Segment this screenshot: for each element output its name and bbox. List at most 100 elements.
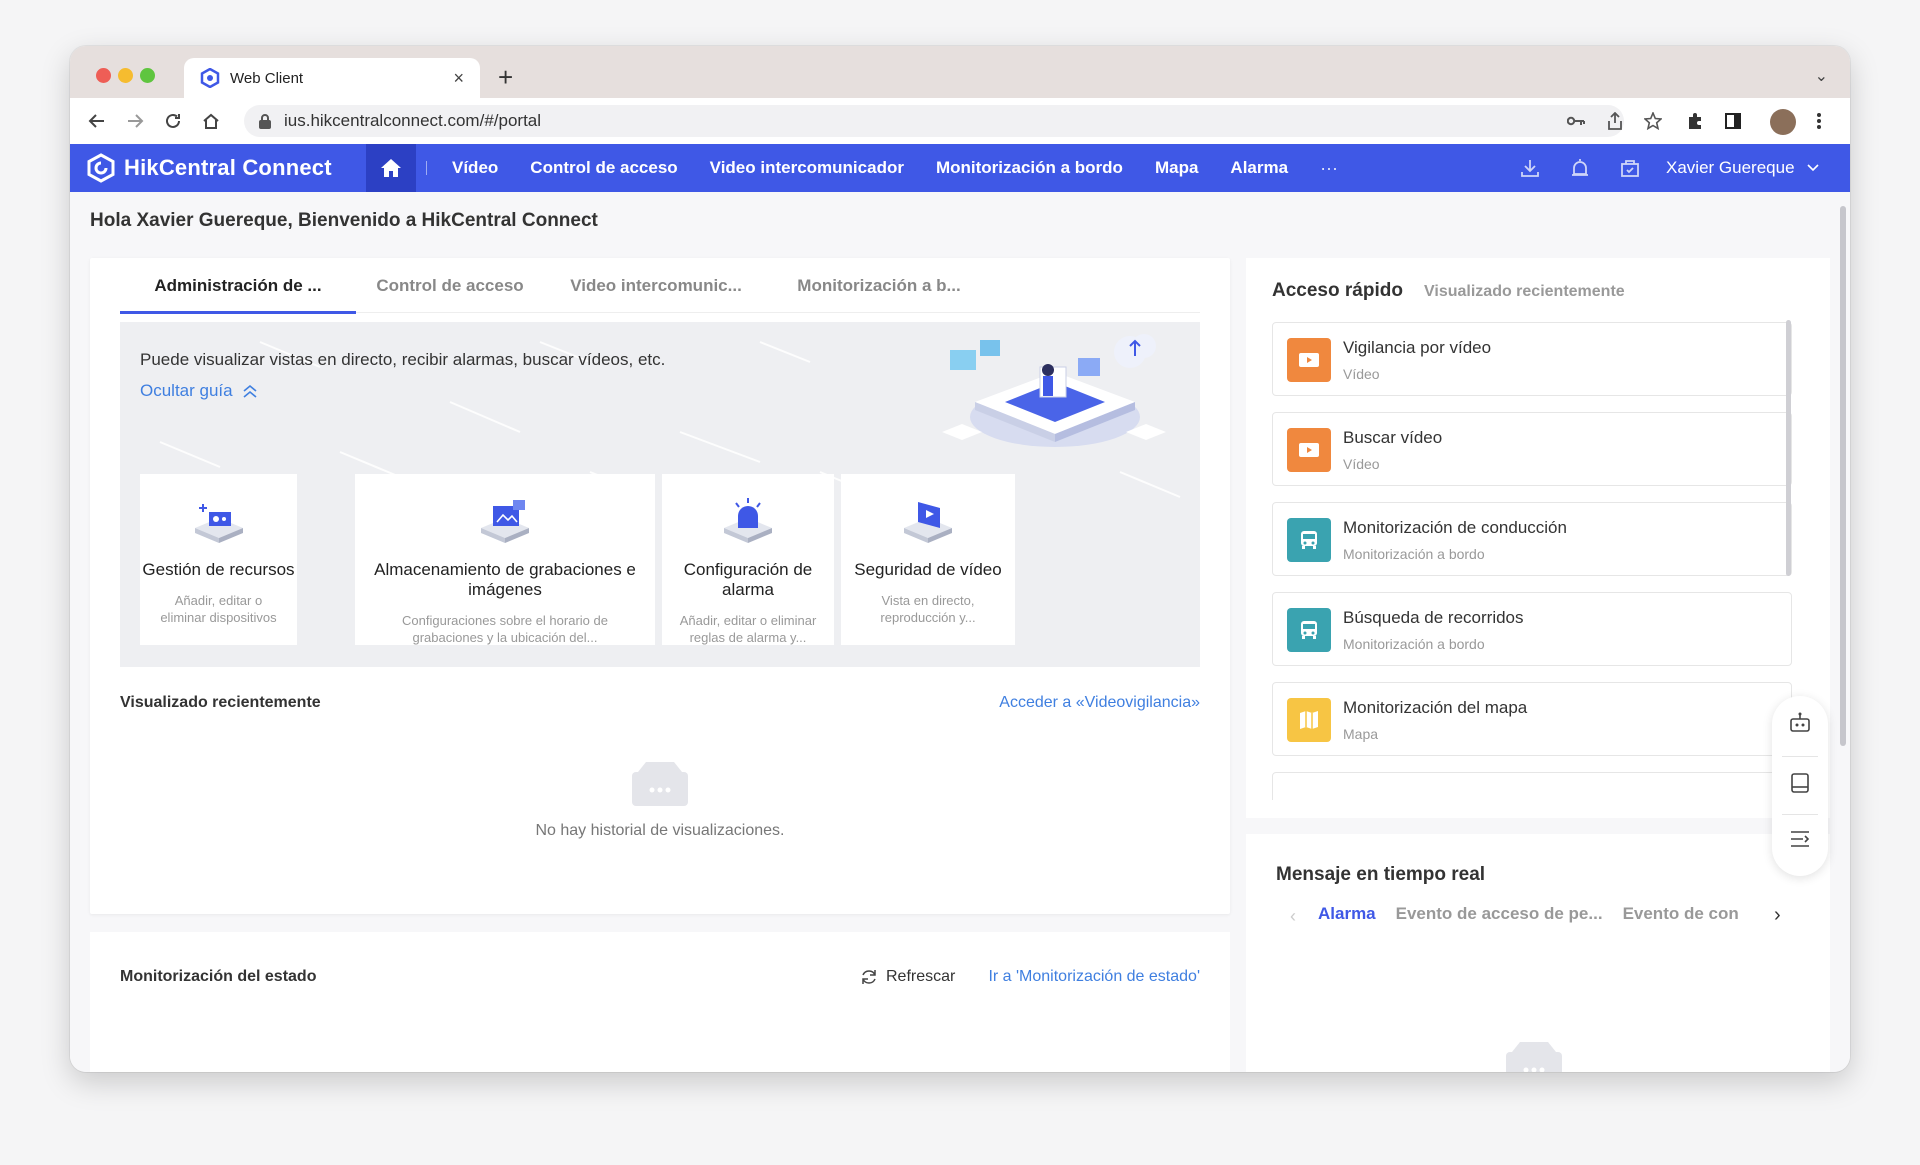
browser-menu-icon[interactable] bbox=[1804, 106, 1834, 136]
guide-panel: Puede visualizar vistas en directo, reci… bbox=[120, 322, 1200, 667]
tab-search-icon[interactable]: ⌄ bbox=[1815, 66, 1828, 86]
quick-access-item[interactable]: Vigilancia por vídeo Vídeo bbox=[1272, 322, 1792, 396]
tab-title: Web Client bbox=[230, 69, 304, 87]
key-icon[interactable] bbox=[1561, 106, 1591, 136]
empty-box-icon bbox=[632, 762, 688, 806]
go-to-status-monitoring-link[interactable]: Ir a 'Monitorización de estado' bbox=[988, 968, 1200, 986]
new-tab-button[interactable]: + bbox=[498, 64, 513, 90]
maximize-window-button[interactable] bbox=[140, 68, 155, 83]
message-tabs: Alarma Evento de acceso de pe... Evento … bbox=[1318, 904, 1759, 924]
quick-access-name: Monitorización del mapa bbox=[1343, 698, 1528, 717]
nav-item-map[interactable]: Mapa bbox=[1155, 158, 1198, 178]
url-text: ius.hikcentralconnect.com/#/portal bbox=[284, 111, 542, 130]
main-nav: Vídeo Control de acceso Video intercomun… bbox=[452, 144, 1338, 192]
nav-item-video[interactable]: Vídeo bbox=[452, 158, 498, 178]
quick-access-category: Monitorización a bordo bbox=[1343, 636, 1485, 652]
assistant-robot-icon[interactable] bbox=[1785, 708, 1815, 738]
quick-access-item[interactable]: Búsqueda de recorridos Monitorización a … bbox=[1272, 592, 1792, 666]
chevron-right-icon[interactable]: › bbox=[1774, 904, 1781, 927]
alarm-bell-icon[interactable] bbox=[1568, 156, 1592, 180]
manual-book-icon[interactable] bbox=[1785, 768, 1815, 798]
reload-icon[interactable] bbox=[160, 108, 186, 134]
quick-access-item[interactable]: Monitorización del mapa Mapa bbox=[1272, 682, 1792, 756]
tab-control-event[interactable]: Evento de con bbox=[1623, 904, 1739, 924]
share-icon[interactable] bbox=[1600, 106, 1630, 136]
quick-access-item[interactable]: Monitorización de conducción Monitorizac… bbox=[1272, 502, 1792, 576]
recently-viewed-tab[interactable]: Visualizado recientemente bbox=[1424, 283, 1625, 301]
refresh-button[interactable]: Refrescar bbox=[860, 968, 955, 986]
guide-description: Puede visualizar vistas en directo, reci… bbox=[140, 350, 666, 369]
tab-strip: Web Client × + ⌄ bbox=[70, 46, 1850, 98]
tab-alarm[interactable]: Alarma bbox=[1318, 904, 1376, 924]
portal-tabs: Administración de ... Control de acceso … bbox=[120, 258, 1200, 314]
quick-access-scrollbar[interactable] bbox=[1786, 320, 1791, 576]
back-icon[interactable] bbox=[84, 108, 110, 134]
refresh-icon bbox=[862, 970, 876, 984]
status-section-title: Monitorización del estado bbox=[120, 968, 317, 985]
page-scrollbar[interactable] bbox=[1840, 206, 1846, 746]
feature-description: Configuraciones sobre el horario de grab… bbox=[402, 613, 608, 645]
go-to-video-surveillance-link[interactable]: Acceder a «Videovigilancia» bbox=[999, 694, 1200, 712]
divider bbox=[1782, 756, 1818, 757]
quick-access-name: Vigilancia por vídeo bbox=[1343, 338, 1492, 357]
tab-access-control[interactable]: Control de acceso bbox=[356, 258, 544, 313]
user-name: Xavier Guereque bbox=[1666, 158, 1795, 177]
tab-administration[interactable]: Administración de ... bbox=[120, 258, 356, 314]
home-button[interactable] bbox=[366, 144, 416, 192]
close-window-button[interactable] bbox=[96, 68, 111, 83]
feature-title: Gestión de recursos bbox=[142, 560, 295, 579]
feature-card-storage[interactable]: Almacenamiento de grabaciones e imágenes… bbox=[355, 474, 655, 645]
feature-card-video-security[interactable]: Seguridad de vídeo Vista en directo, rep… bbox=[841, 474, 1015, 645]
nav-item-video-intercom[interactable]: Video intercomunicador bbox=[710, 158, 904, 178]
user-menu[interactable]: Xavier Guereque bbox=[1666, 144, 1819, 192]
quick-access-item[interactable] bbox=[1272, 772, 1792, 800]
feature-description: Añadir, editar o eliminar dispositivos .… bbox=[160, 593, 277, 625]
quick-access-item[interactable]: Buscar vídeo Vídeo bbox=[1272, 412, 1792, 486]
lock-icon bbox=[259, 114, 271, 129]
realtime-message-title: Mensaje en tiempo real bbox=[1276, 864, 1486, 885]
floating-tools bbox=[1772, 696, 1828, 876]
nav-divider bbox=[426, 161, 427, 175]
task-icon[interactable] bbox=[1618, 156, 1642, 180]
profile-avatar[interactable] bbox=[1770, 109, 1796, 135]
tab-close-icon[interactable]: × bbox=[453, 68, 464, 89]
tab-access-event[interactable]: Evento de acceso de pe... bbox=[1396, 904, 1603, 924]
quick-access-category: Mapa bbox=[1343, 726, 1379, 742]
feature-title: Almacenamiento de grabaciones e imágenes bbox=[374, 560, 636, 599]
chevron-double-up-icon bbox=[243, 384, 257, 398]
address-bar[interactable]: ius.hikcentralconnect.com/#/portal bbox=[244, 105, 1624, 137]
status-monitoring-card: Monitorización del estado Refrescar Ir a… bbox=[90, 932, 1230, 1072]
nav-more-icon[interactable]: ··· bbox=[1320, 158, 1338, 179]
empty-history-text: No hay historial de visualizaciones. bbox=[535, 822, 785, 839]
feature-card-alarm-config[interactable]: Configuración de alarma Añadir, editar o… bbox=[662, 474, 834, 645]
extensions-icon[interactable] bbox=[1680, 106, 1710, 136]
bookmark-star-icon[interactable] bbox=[1638, 106, 1668, 136]
nav-item-alarm[interactable]: Alarma bbox=[1230, 158, 1288, 178]
tab-video-intercom[interactable]: Video intercomunic... bbox=[544, 258, 768, 313]
quick-access-category: Vídeo bbox=[1343, 366, 1380, 382]
monitoring-illustration bbox=[942, 334, 1166, 447]
minimize-window-button[interactable] bbox=[118, 68, 133, 83]
tab-onboard-monitoring[interactable]: Monitorización a b... bbox=[768, 258, 990, 313]
brand[interactable]: HikCentral Connect bbox=[86, 153, 332, 183]
nav-item-access-control[interactable]: Control de acceso bbox=[530, 158, 677, 178]
hide-guide-link[interactable]: Ocultar guía bbox=[140, 381, 259, 401]
download-icon[interactable] bbox=[1518, 156, 1542, 180]
brand-name: HikCentral Connect bbox=[124, 155, 332, 180]
home-icon[interactable] bbox=[198, 108, 224, 134]
feature-card-resources[interactable]: Gestión de recursos Añadir, editar o eli… bbox=[140, 474, 297, 645]
bus-icon bbox=[1287, 518, 1331, 562]
refresh-label: Refrescar bbox=[886, 968, 956, 985]
page-title: Hola Xavier Guereque, Bienvenido a HikCe… bbox=[90, 210, 598, 231]
nav-item-onboard-monitoring[interactable]: Monitorización a bordo bbox=[936, 158, 1123, 178]
bus-icon bbox=[1287, 608, 1331, 652]
side-panel-icon[interactable] bbox=[1718, 106, 1748, 136]
map-icon bbox=[1287, 698, 1331, 742]
browser-tab[interactable]: Web Client × bbox=[184, 58, 480, 98]
collapse-list-icon[interactable] bbox=[1785, 824, 1815, 854]
forward-icon[interactable] bbox=[122, 108, 148, 134]
hide-guide-label: Ocultar guía bbox=[140, 381, 233, 400]
chevron-left-icon[interactable]: ‹ bbox=[1290, 906, 1296, 927]
quick-access-category: Vídeo bbox=[1343, 456, 1380, 472]
browser-toolbar: ius.hikcentralconnect.com/#/portal bbox=[70, 98, 1850, 144]
